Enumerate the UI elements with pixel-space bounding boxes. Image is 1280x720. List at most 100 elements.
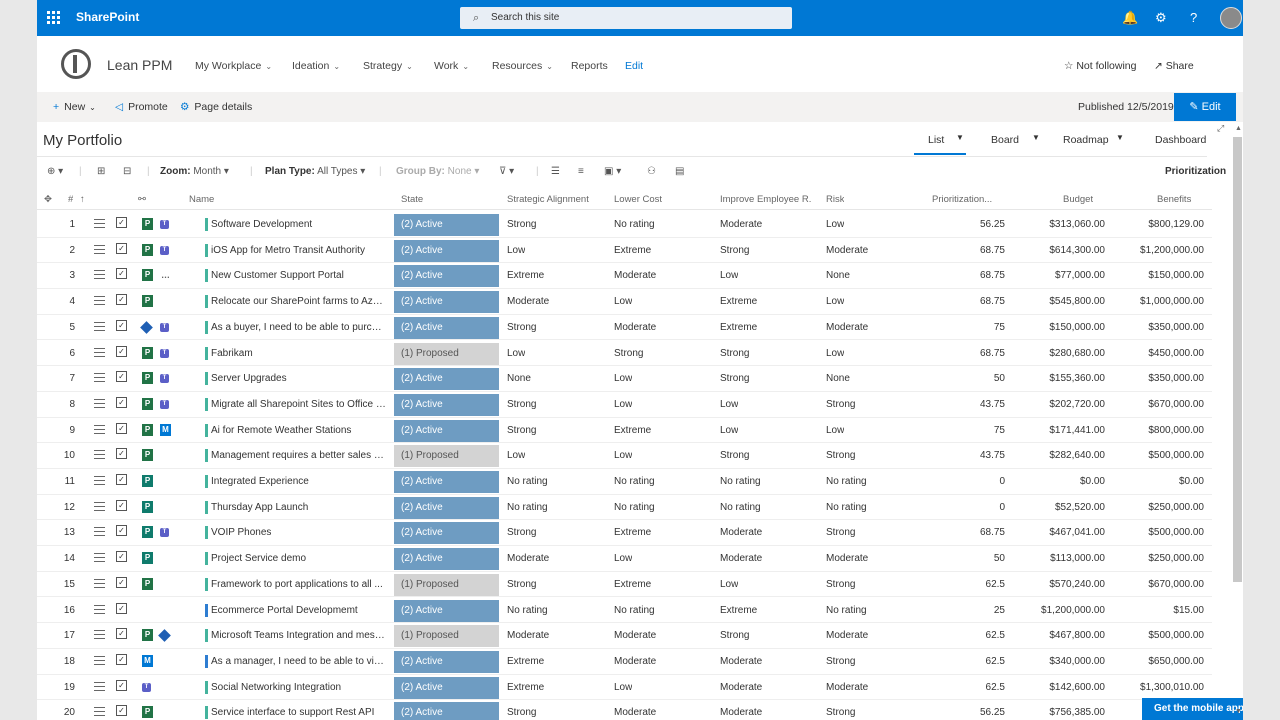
benefits-cell[interactable]: $670,000.00 bbox=[1114, 579, 1204, 590]
column-header-risk[interactable]: Risk bbox=[826, 194, 844, 205]
task-name[interactable]: Project Service demo bbox=[211, 553, 387, 564]
plan-type-dropdown[interactable]: Plan Type: All Types ▾ bbox=[265, 166, 365, 177]
budget-cell[interactable]: $52,520.00 bbox=[1025, 502, 1105, 513]
drag-handle-icon[interactable] bbox=[94, 424, 105, 434]
nav-resources[interactable]: Resources ⌄ bbox=[492, 60, 553, 72]
people-icon[interactable]: ⚇ bbox=[647, 166, 656, 177]
lower-cost-cell[interactable]: Low bbox=[614, 399, 632, 410]
task-name[interactable]: Ai for Remote Weather Stations bbox=[211, 425, 387, 436]
risk-cell[interactable]: Moderate bbox=[826, 553, 868, 564]
improve-employee-cell[interactable]: Extreme bbox=[720, 605, 757, 616]
benefits-cell[interactable]: $250,000.00 bbox=[1114, 502, 1204, 513]
column-header-improve-employee[interactable]: Improve Employee R... bbox=[720, 194, 812, 205]
lower-cost-cell[interactable]: No rating bbox=[614, 476, 655, 487]
drag-handle-icon[interactable] bbox=[94, 296, 105, 306]
improve-employee-cell[interactable]: Moderate bbox=[720, 553, 762, 564]
table-row[interactable]: 3 ✓ P … New Customer Support Portal (2) Activ… bbox=[37, 263, 1212, 290]
checkbox[interactable]: ✓ bbox=[116, 448, 127, 460]
task-name[interactable]: iOS App for Metro Transit Authority bbox=[211, 245, 387, 256]
chevron-down-icon[interactable]: ▼ bbox=[1032, 133, 1040, 142]
devops-icon[interactable] bbox=[158, 629, 171, 643]
risk-cell[interactable]: Moderate bbox=[826, 322, 868, 333]
state-cell[interactable]: (2) Active bbox=[394, 214, 499, 236]
benefits-cell[interactable]: $500,000.00 bbox=[1114, 527, 1204, 538]
budget-cell[interactable]: $340,000.00 bbox=[1025, 656, 1105, 667]
drag-handle-icon[interactable] bbox=[94, 630, 105, 640]
move-icon[interactable]: ✥ bbox=[44, 194, 52, 205]
checkbox[interactable]: ✓ bbox=[116, 242, 127, 254]
checkbox[interactable]: ✓ bbox=[116, 345, 127, 357]
tab-list[interactable]: List bbox=[928, 134, 944, 146]
sharepoint-brand[interactable]: SharePoint bbox=[76, 10, 139, 24]
strategic-alignment-cell[interactable]: None bbox=[507, 373, 531, 384]
strategic-alignment-cell[interactable]: Low bbox=[507, 245, 525, 256]
improve-employee-cell[interactable]: Extreme bbox=[720, 322, 757, 333]
strategic-alignment-cell[interactable]: Moderate bbox=[507, 630, 549, 641]
state-cell[interactable]: (2) Active bbox=[394, 419, 499, 442]
benefits-cell[interactable]: $650,000.00 bbox=[1114, 656, 1204, 667]
teams-icon[interactable]: T bbox=[160, 399, 169, 409]
improve-employee-cell[interactable]: Moderate bbox=[720, 707, 762, 718]
drag-handle-icon[interactable] bbox=[94, 476, 105, 485]
drag-handle-icon[interactable] bbox=[94, 321, 105, 331]
lower-cost-cell[interactable]: Low bbox=[614, 373, 632, 384]
project-icon[interactable]: P bbox=[142, 706, 153, 719]
state-cell[interactable]: (2) Active bbox=[394, 471, 499, 493]
task-name[interactable]: Migrate all Sharepoint Sites to Office 3… bbox=[211, 399, 387, 410]
column-header-name[interactable]: Name bbox=[189, 194, 214, 205]
state-cell[interactable]: (2) Active bbox=[394, 291, 499, 314]
risk-cell[interactable]: Strong bbox=[826, 450, 855, 461]
improve-employee-cell[interactable]: Moderate bbox=[720, 656, 762, 667]
outline-view-icon[interactable]: ≡ bbox=[578, 166, 584, 177]
budget-cell[interactable]: $614,300.00 bbox=[1025, 245, 1105, 256]
checkbox[interactable]: ✓ bbox=[116, 653, 127, 665]
benefits-cell[interactable]: $1,200,000.00 bbox=[1114, 245, 1204, 256]
drag-handle-icon[interactable] bbox=[94, 553, 105, 563]
risk-cell[interactable]: Moderate bbox=[826, 682, 868, 693]
strategic-alignment-cell[interactable]: Strong bbox=[507, 425, 536, 436]
project-icon[interactable]: P bbox=[142, 243, 153, 256]
planner-icon[interactable]: P bbox=[142, 475, 153, 487]
budget-cell[interactable]: $77,000.00 bbox=[1025, 270, 1105, 281]
drag-handle-icon[interactable] bbox=[94, 450, 105, 460]
table-row[interactable]: 8 ✓ P T Migrate all Sharepoint Sites to Offi… bbox=[37, 392, 1212, 418]
improve-employee-cell[interactable]: Low bbox=[720, 270, 738, 281]
lower-cost-cell[interactable]: Extreme bbox=[614, 425, 651, 436]
improve-employee-cell[interactable]: Moderate bbox=[720, 527, 762, 538]
lower-cost-cell[interactable]: Low bbox=[614, 450, 632, 461]
site-name[interactable]: Lean PPM bbox=[107, 57, 172, 73]
table-row[interactable]: 10 ✓ P Management requires a better sales r… bbox=[37, 443, 1212, 469]
lower-cost-cell[interactable]: Low bbox=[614, 682, 632, 693]
strategic-alignment-cell[interactable]: Low bbox=[507, 348, 525, 359]
tab-roadmap[interactable]: Roadmap bbox=[1063, 134, 1109, 146]
risk-cell[interactable]: Strong bbox=[826, 656, 855, 667]
scroll-down-icon[interactable]: ▼ bbox=[1235, 708, 1242, 715]
page-details-button[interactable]: ⚙ Page details bbox=[180, 101, 252, 113]
drag-handle-icon[interactable] bbox=[94, 578, 105, 588]
improve-employee-cell[interactable]: Strong bbox=[720, 245, 749, 256]
checkbox[interactable]: ✓ bbox=[116, 294, 127, 306]
budget-cell[interactable]: $0.00 bbox=[1025, 476, 1105, 487]
chevron-down-icon[interactable]: ▼ bbox=[1116, 133, 1124, 142]
drag-handle-icon[interactable] bbox=[94, 501, 105, 511]
strategic-alignment-cell[interactable]: Extreme bbox=[507, 682, 544, 693]
devops-icon[interactable] bbox=[140, 320, 153, 334]
table-row[interactable]: 9 ✓ P M Ai for Remote Weather Stations (2) Ac… bbox=[37, 418, 1212, 444]
improve-employee-cell[interactable]: Extreme bbox=[720, 296, 757, 307]
risk-cell[interactable]: Strong bbox=[826, 579, 855, 590]
risk-cell[interactable]: Strong bbox=[826, 399, 855, 410]
benefits-cell[interactable]: $350,000.00 bbox=[1114, 322, 1204, 333]
state-cell[interactable]: (2) Active bbox=[394, 265, 499, 288]
drag-handle-icon[interactable] bbox=[94, 655, 105, 665]
lower-cost-cell[interactable]: Extreme bbox=[614, 245, 651, 256]
drag-handle-icon[interactable] bbox=[94, 398, 105, 408]
share-button[interactable]: ↗ Share bbox=[1154, 60, 1194, 72]
site-logo-icon[interactable] bbox=[61, 49, 91, 79]
checkbox[interactable]: ✓ bbox=[116, 525, 127, 537]
settings-gear-icon[interactable]: ⚙ bbox=[1155, 10, 1167, 26]
task-name[interactable]: VOIP Phones bbox=[211, 527, 387, 538]
checkbox[interactable]: ✓ bbox=[116, 268, 127, 280]
state-cell[interactable]: (2) Active bbox=[394, 676, 499, 699]
task-name[interactable]: Service interface to support Rest API bbox=[211, 707, 387, 718]
expand-icon[interactable]: ⤢ bbox=[1217, 123, 1224, 134]
